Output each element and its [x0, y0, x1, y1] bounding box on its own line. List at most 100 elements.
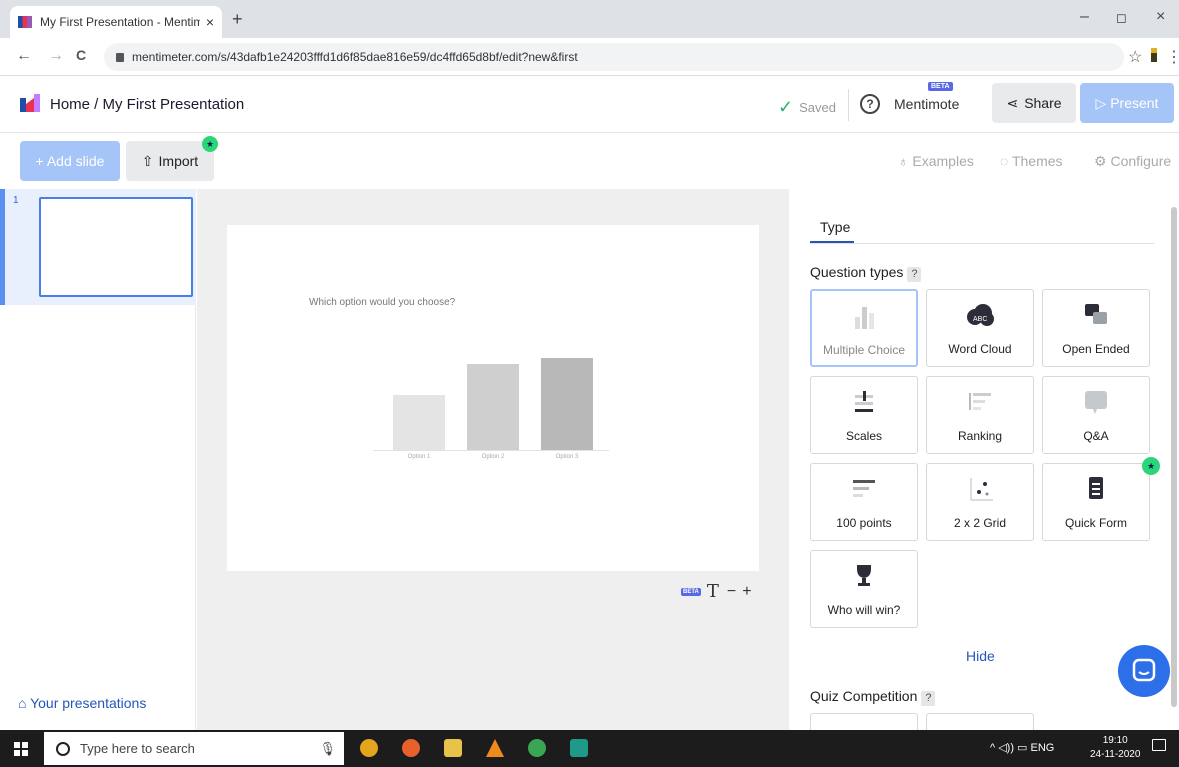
share-label: Share — [1024, 95, 1062, 111]
themes-link[interactable]: ◌ Themes — [1000, 153, 1063, 169]
examples-link[interactable]: ♁ Examples — [898, 153, 974, 169]
clock[interactable]: 19:10 24-11-2020 — [1090, 734, 1140, 762]
breadcrumb[interactable]: Home / My First Presentation — [50, 96, 244, 113]
back-button[interactable]: ← — [16, 47, 32, 65]
firefox-icon[interactable] — [402, 739, 420, 757]
chat-icon — [1132, 658, 1156, 682]
terminal-icon[interactable] — [570, 739, 588, 757]
browser-tab-bar: My First Presentation - Mentime × + – ◻ … — [0, 0, 1179, 38]
question-type-multiple-choice[interactable]: Multiple Choice — [810, 289, 918, 367]
lightbulb-icon: ♁ — [898, 153, 913, 169]
search-placeholder: Type here to search — [80, 741, 195, 756]
question-type-label: 100 points — [836, 516, 892, 530]
help-icon[interactable]: ? — [907, 267, 922, 282]
url-text: mentimeter.com/s/43dafb1e24203fffd1d6f85… — [132, 50, 578, 64]
question-type-who-will-win[interactable]: Who will win? — [810, 550, 918, 628]
question-type-100-points[interactable]: 100 points — [810, 463, 918, 541]
question-type-2x2-grid[interactable]: 2 x 2 Grid — [926, 463, 1034, 541]
vlc-icon[interactable] — [486, 739, 504, 757]
themes-icon: ◌ — [1000, 153, 1012, 169]
grid-icon — [927, 474, 1033, 504]
text-format-button[interactable]: T — [707, 581, 719, 602]
question-type-quick-form[interactable]: Quick Form — [1042, 463, 1150, 541]
divider — [848, 89, 849, 121]
browser-menu-icon[interactable]: ⋮ — [1166, 47, 1179, 67]
saved-label: Saved — [799, 100, 836, 115]
question-type-ranking[interactable]: Ranking — [926, 376, 1034, 454]
question-type-label: Open Ended — [1062, 342, 1130, 356]
notifications-icon[interactable] — [1152, 739, 1166, 751]
tab-divider — [810, 243, 1154, 244]
chrome-icon[interactable] — [360, 739, 378, 757]
share-icon: ⋖ — [1006, 94, 1019, 111]
file-explorer-icon[interactable] — [444, 739, 462, 757]
question-type-label: Quick Form — [1064, 516, 1127, 530]
ranking-icon — [927, 387, 1033, 417]
windows-taskbar: Type here to search 🎙 ^ ◁)) ▭ ENG 19:10 … — [0, 730, 1179, 767]
question-type-word-cloud[interactable]: ABC Word Cloud — [926, 289, 1034, 367]
hide-link[interactable]: Hide — [966, 648, 995, 664]
beta-badge: BETA — [681, 587, 701, 596]
new-tab-button[interactable]: + — [232, 9, 243, 30]
taskbar-search-input[interactable]: Type here to search 🎙 — [44, 732, 344, 765]
mentimote-button[interactable]: Mentimote — [894, 96, 959, 112]
zoom-out-button[interactable]: − — [727, 583, 736, 601]
forward-button[interactable]: → — [48, 47, 64, 65]
format-bar: BETA T − + — [681, 581, 752, 602]
help-button[interactable]: ? — [860, 94, 880, 114]
zoom-in-button[interactable]: + — [742, 583, 751, 601]
import-button[interactable]: ⇧ Import — [126, 141, 214, 181]
chart-bar — [541, 358, 593, 450]
slide-preview[interactable]: Which option would you choose? Option 1 O… — [227, 225, 759, 571]
question-type-card-partial[interactable] — [810, 713, 918, 730]
chart-category-label: Option 1 — [407, 454, 431, 460]
upload-icon: ⇧ — [141, 152, 154, 169]
chart-bar — [393, 395, 445, 450]
question-types-label: Question types — [810, 264, 904, 280]
question-type-card-partial[interactable] — [926, 713, 1034, 730]
your-presentations-link[interactable]: ⌂ Your presentations — [18, 695, 146, 711]
close-window-button[interactable]: × — [1156, 8, 1165, 26]
browser-tab[interactable]: My First Presentation - Mentime × — [10, 6, 222, 38]
present-button[interactable]: ▷ Present — [1080, 83, 1174, 123]
slide-list-item[interactable]: 1 — [0, 189, 196, 305]
tab-type[interactable]: Type — [820, 219, 850, 235]
examples-label: Examples — [912, 153, 974, 169]
share-button[interactable]: ⋖ Share — [992, 83, 1076, 123]
gear-icon: ⚙ — [1094, 153, 1111, 169]
svg-text:ABC: ABC — [973, 316, 987, 323]
time: 19:10 — [1102, 735, 1128, 746]
question-type-label: 2 x 2 Grid — [953, 516, 1007, 530]
windows-start-icon[interactable] — [14, 742, 28, 756]
close-tab-icon[interactable]: × — [206, 14, 214, 30]
add-slide-button[interactable]: + Add slide — [20, 141, 120, 181]
slide-number: 1 — [13, 195, 19, 206]
question-type-scales[interactable]: Scales — [810, 376, 918, 454]
question-type-qa[interactable]: Q&A — [1042, 376, 1150, 454]
slide-thumbnail[interactable] — [39, 197, 193, 297]
chat-support-button[interactable] — [1118, 645, 1170, 697]
minimize-button[interactable]: – — [1080, 8, 1089, 26]
configure-label: Configure — [1110, 153, 1172, 169]
mentimeter-logo-icon[interactable] — [20, 94, 40, 112]
panel-scrollbar[interactable] — [1171, 207, 1177, 707]
profile-icon[interactable] — [1150, 46, 1158, 69]
configure-link[interactable]: ⚙ Configure — [1094, 153, 1171, 170]
quiz-competition-label: Quiz Competition — [810, 688, 918, 704]
app-header: Home / My First Presentation ✓ Saved ? M… — [0, 77, 1179, 133]
form-icon — [1043, 474, 1149, 504]
question-type-open-ended[interactable]: Open Ended — [1042, 289, 1150, 367]
microphone-icon[interactable]: 🎙 — [319, 741, 336, 757]
system-tray[interactable]: ^ ◁)) ▭ ENG — [990, 741, 1054, 754]
speech-bubbles-icon — [1043, 300, 1149, 330]
help-icon[interactable]: ? — [921, 691, 936, 706]
chart-bar — [467, 364, 519, 450]
editor-toolbar: + Add slide ⇧ Import ★ ♁ Examples ◌ Them… — [0, 133, 1179, 189]
word-cloud-icon: ABC — [927, 300, 1033, 330]
url-input[interactable]: mentimeter.com/s/43dafb1e24203fffd1d6f85… — [104, 43, 1124, 71]
app-icon[interactable] — [528, 739, 546, 757]
reload-button[interactable]: C — [76, 47, 86, 63]
bookmark-star-icon[interactable]: ☆ — [1128, 47, 1142, 67]
restore-button[interactable]: ◻ — [1116, 10, 1127, 26]
mentimeter-favicon-icon — [18, 16, 32, 28]
